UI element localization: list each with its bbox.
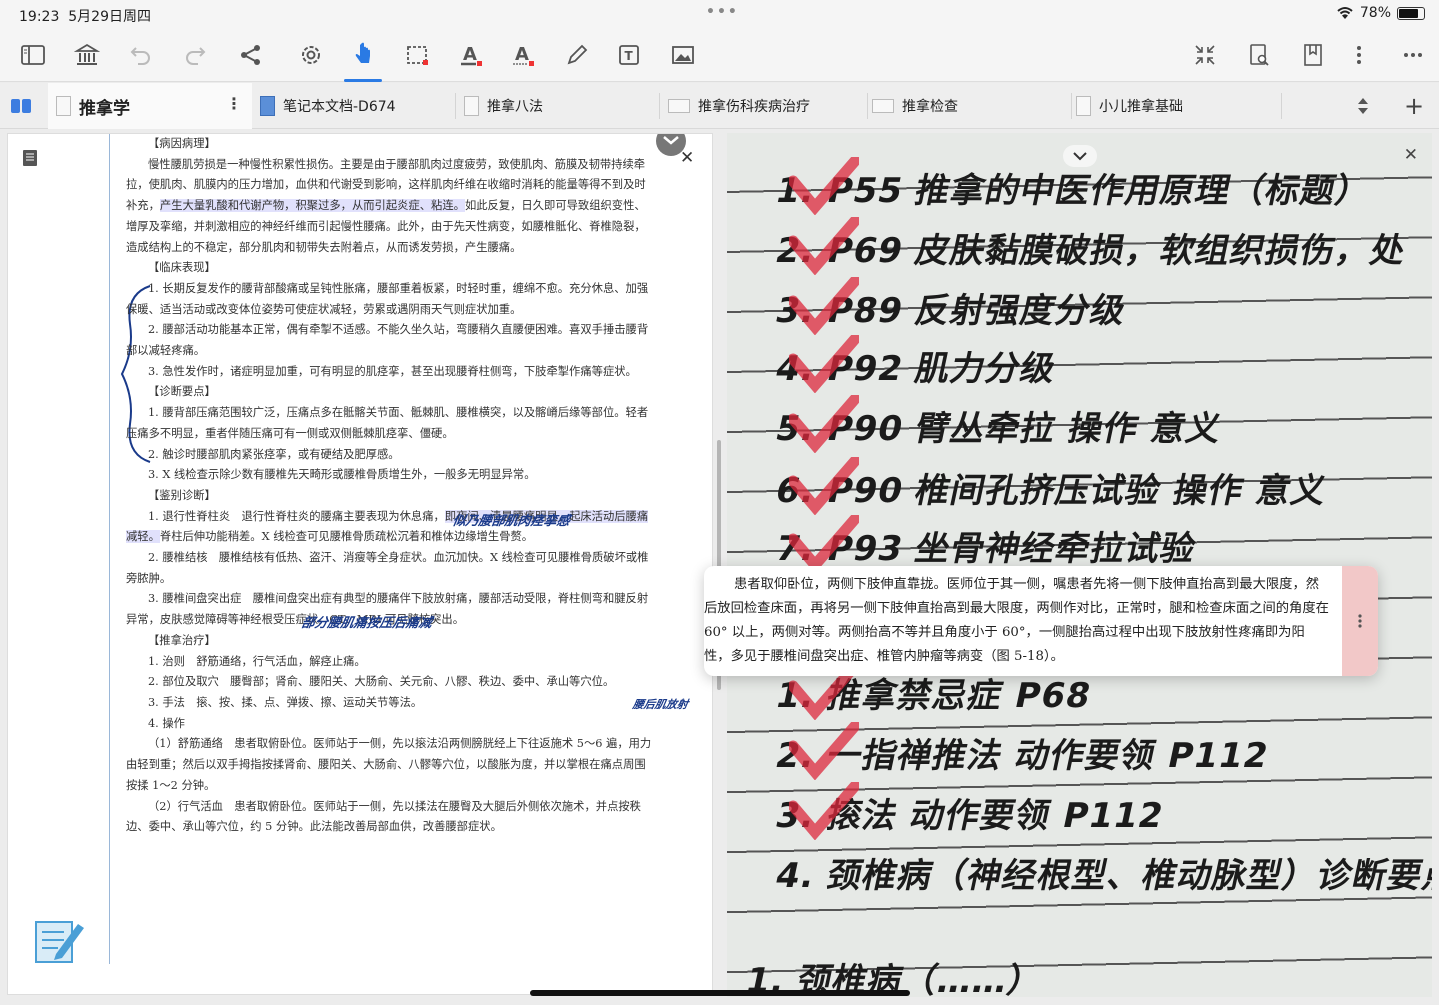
svg-text:T: T	[625, 49, 634, 63]
handwritten-note-line: 2. P69 皮肤黏膜破损，软组织损伤，处	[772, 231, 1410, 271]
popup-text: 患者取仰卧位，两侧下肢伸直靠拢。医师位于其一侧，嘱患者先将一侧下肢伸直抬高到最大…	[704, 577, 1329, 664]
document-text: 【病因病理】 慢性腰肌劳损是一种慢性积累性损伤。主要是由于腰部肌肉过度疲劳，致使…	[126, 137, 652, 834]
undo-icon[interactable]	[126, 40, 156, 70]
more-vertical-icon	[1358, 614, 1362, 628]
handwritten-annotation: 部分腰肌痛按压后痛减	[300, 616, 433, 631]
tab-笔记本文档[interactable]: 笔记本文档-D674	[252, 83, 456, 129]
check-mark-icon	[789, 335, 859, 393]
collapse-icon[interactable]	[1190, 40, 1220, 70]
check-mark-icon	[789, 782, 859, 840]
tab-小儿推拿基础[interactable]: 小儿推拿基础	[1072, 83, 1282, 129]
document-icon	[464, 96, 479, 116]
left-document-pane[interactable]: ✕ 【病因病理】 慢性腰肌劳损是一种慢性积累性损伤。主要是由于腰部肌肉过度疲劳，…	[7, 133, 713, 995]
check-mark-icon	[789, 277, 859, 335]
sidebar-icon[interactable]	[18, 40, 48, 70]
margin-line	[109, 134, 110, 964]
add-tab-icon[interactable]: +	[1404, 83, 1424, 129]
redo-icon[interactable]	[180, 40, 210, 70]
library-icon[interactable]	[72, 40, 102, 70]
status-bar: 19:23 5月29日周四 ••• 78%	[0, 0, 1439, 28]
tab-推拿学[interactable]: 推拿学 ⋮	[48, 83, 252, 129]
handwritten-annotation: 腰后肌放射	[631, 698, 690, 711]
wifi-icon	[1337, 7, 1353, 19]
text-popup-card[interactable]: 患者取仰卧位，两侧下肢伸直靠拢。医师位于其一侧，嘱患者先将一侧下肢伸直抬高到最大…	[704, 566, 1378, 676]
bookmark-icon[interactable]	[1298, 40, 1328, 70]
more-vertical-icon[interactable]	[1344, 40, 1374, 70]
tab-menu-icon[interactable]: ⋮	[226, 94, 242, 113]
document-icon	[56, 96, 71, 116]
handwritten-annotation: 似乃腰部肌肉痉挛感	[451, 514, 571, 529]
document-icon	[872, 99, 894, 113]
hand-pointer-icon[interactable]	[344, 40, 382, 82]
search-document-icon[interactable]	[1244, 40, 1274, 70]
tab-推拿八法[interactable]: 推拿八法	[456, 83, 660, 129]
handwritten-note-line: 4. 颈椎病（神经根型、椎动脉型）诊断要点	[772, 856, 1432, 896]
settings-icon[interactable]	[296, 40, 326, 70]
write-note-icon[interactable]	[32, 914, 86, 968]
battery-icon	[1397, 6, 1425, 20]
status-time: 19:23 5月29日周四	[19, 9, 151, 25]
image-icon[interactable]	[668, 40, 698, 70]
selection-box-icon[interactable]	[402, 40, 432, 70]
text-underline-icon[interactable]: A	[508, 40, 538, 70]
more-horizontal-icon[interactable]	[1398, 40, 1428, 70]
tab-推拿伤科疾病治疗[interactable]: 推拿伤科疾病治疗	[664, 83, 868, 129]
check-mark-icon	[789, 217, 859, 275]
home-indicator	[530, 990, 910, 996]
right-document-pane[interactable]: ✕ 1. P55 推拿的中医作用原理（标题） 2. P69 皮肤黏膜破损，软组织损…	[727, 133, 1432, 997]
text-box-icon[interactable]: T	[614, 40, 644, 70]
document-icon	[1076, 96, 1091, 116]
check-mark-icon	[789, 457, 859, 515]
close-icon[interactable]: ✕	[1404, 145, 1418, 165]
svg-text:A: A	[463, 44, 477, 65]
share-icon[interactable]	[236, 40, 266, 70]
pen-icon[interactable]	[562, 40, 592, 70]
svg-text:A: A	[515, 44, 529, 65]
check-mark-icon	[789, 395, 859, 453]
text-highlight-icon[interactable]: A	[456, 40, 486, 70]
check-mark-icon	[789, 515, 859, 573]
battery-percent: 78%	[1359, 5, 1391, 21]
document-icon	[668, 99, 690, 113]
sort-tabs-icon[interactable]	[1356, 83, 1370, 129]
notebook-icon[interactable]	[20, 148, 40, 168]
handwritten-note-line: 1. P55 推拿的中医作用原理（标题）	[772, 171, 1375, 211]
toolbar: A A T	[0, 28, 1439, 82]
check-mark-icon	[789, 722, 859, 780]
tab-bar: 推拿学 ⋮ 笔记本文档-D674 推拿八法 推拿伤科疾病治疗 推拿检查 小儿推拿…	[0, 83, 1439, 129]
check-mark-icon	[789, 157, 859, 215]
split-view-icon[interactable]	[10, 83, 34, 129]
notebook-icon	[260, 96, 275, 116]
popup-menu-button[interactable]	[1342, 566, 1378, 676]
collapse-toggle-icon[interactable]	[654, 133, 688, 158]
multitask-dots[interactable]: •••	[706, 4, 739, 20]
tab-推拿检查[interactable]: 推拿检查	[868, 83, 1072, 129]
